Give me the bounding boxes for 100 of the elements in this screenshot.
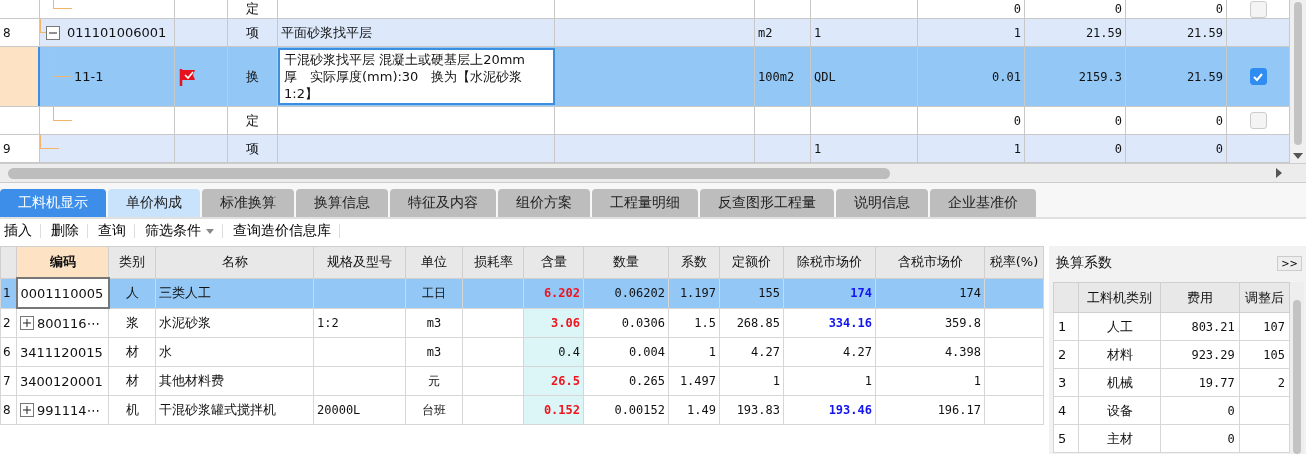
row-header[interactable]: 9 — [0, 135, 40, 162]
unit-cell: m3 — [405, 337, 463, 367]
column-header[interactable]: 税率(%) — [984, 246, 1044, 278]
category-cell: 主材 — [1078, 424, 1161, 453]
price-cell: 4.27 — [783, 337, 876, 367]
checkbox[interactable] — [1249, 112, 1267, 129]
item-code: 11-1 — [74, 69, 104, 84]
column-header[interactable]: 类别 — [108, 246, 156, 278]
price-cell: 196.17 — [875, 395, 985, 425]
tab[interactable]: 说明信息 — [836, 189, 928, 217]
column-header[interactable]: 名称 — [155, 246, 314, 278]
category-cell: 材料 — [1078, 340, 1161, 369]
column-header[interactable]: 含量 — [523, 246, 584, 278]
column-header[interactable]: 单位 — [405, 246, 463, 278]
collapse-toggle[interactable] — [46, 25, 60, 40]
quantity-cell: 0.01 — [992, 69, 1021, 84]
content-cell: 26.5 — [523, 366, 584, 396]
tab[interactable]: 特征及内容 — [390, 189, 496, 217]
column-header[interactable]: 工料机类别 — [1078, 282, 1161, 313]
toolbar-button[interactable]: 删除 — [49, 222, 87, 240]
row-header[interactable]: 8 — [0, 19, 40, 46]
tab[interactable]: 企业基准价 — [930, 189, 1036, 217]
tab[interactable]: 工程量明细 — [592, 189, 698, 217]
tree-connector — [53, 107, 72, 121]
tree-connector — [40, 135, 59, 149]
row-number: 6 — [0, 337, 17, 367]
item-type: 定 — [246, 111, 259, 130]
toolbar-button[interactable]: 筛选条件 — [143, 222, 222, 240]
item-type: 定 — [246, 0, 259, 18]
price-cell: 21.59 — [1186, 69, 1223, 84]
quantity-cell: 0.265 — [583, 366, 669, 396]
unit-cell: 工日 — [405, 278, 463, 308]
tab[interactable]: 反查图形工程量 — [700, 189, 834, 217]
column-header[interactable]: 除税市场价 — [783, 246, 876, 278]
quantity-cell: 0.00152 — [583, 395, 669, 425]
price-cell: 0 — [1215, 113, 1223, 128]
cost-cell: 19.77 — [1160, 368, 1240, 397]
column-header[interactable]: 损耗率 — [462, 246, 524, 278]
item-name: 平面砂浆找平层 — [281, 23, 372, 42]
unit-cell: 台班 — [405, 395, 463, 425]
quantity-cell: 1 — [1013, 25, 1021, 40]
column-header[interactable]: 数量 — [583, 246, 669, 278]
unit-cell: m2 — [758, 25, 773, 40]
caret-icon — [206, 228, 214, 234]
category-cell: 人工 — [1078, 312, 1161, 341]
spec-cell: 20000L — [317, 403, 361, 417]
price-cell: 2159.3 — [1078, 69, 1122, 84]
column-header[interactable]: 定额价 — [719, 246, 784, 278]
row-number: 5 — [1053, 424, 1079, 453]
price-cell: 155 — [719, 278, 784, 308]
toolbar-button[interactable]: 查询 — [96, 222, 134, 240]
vertical-scrollbar[interactable] — [1290, 282, 1304, 454]
cost-cell: 0 — [1160, 396, 1240, 425]
item-type: 换 — [246, 67, 259, 86]
toolbar-button[interactable]: 插入 — [2, 222, 40, 240]
row-header[interactable] — [0, 47, 40, 106]
tab[interactable]: 单价构成 — [108, 189, 200, 217]
category-cell: 机械 — [1078, 368, 1161, 397]
column-header[interactable]: 含税市场价 — [875, 246, 985, 278]
quantity-cell: 0.0306 — [583, 308, 669, 338]
item-type: 项 — [246, 23, 259, 42]
toolbar-button[interactable]: 查询造价信息库 — [231, 222, 339, 240]
column-header[interactable]: 编码 — [16, 246, 109, 278]
content-cell: 0.4 — [523, 337, 584, 367]
column-header[interactable]: 费用 — [1160, 282, 1240, 313]
price-cell: 0 — [1114, 113, 1122, 128]
price-cell: 21.59 — [1085, 25, 1122, 40]
horizontal-scrollbar[interactable] — [0, 164, 1306, 183]
tab[interactable]: 标准换算 — [202, 189, 294, 217]
price-cell: 21.59 — [1186, 25, 1223, 40]
code-cell: 991114⋯ — [16, 395, 109, 425]
checkbox[interactable] — [1249, 68, 1267, 85]
item-type: 项 — [246, 139, 259, 158]
column-header[interactable]: 调整后 — [1239, 282, 1290, 313]
factor-cell: 1 — [668, 337, 720, 367]
row-number: 2 — [0, 308, 17, 338]
factor-cell: 1.497 — [668, 366, 720, 396]
row-number: 7 — [0, 366, 17, 396]
price-cell: 193.46 — [783, 395, 876, 425]
row-number: 8 — [0, 395, 17, 425]
tree-connector — [53, 0, 72, 9]
tree-connector — [53, 47, 72, 77]
vertical-scrollbar[interactable] — [1290, 0, 1306, 163]
tab[interactable]: 换算信息 — [296, 189, 388, 217]
name-cell: 水泥砂浆 — [155, 308, 314, 338]
column-header[interactable]: 规格及型号 — [313, 246, 406, 278]
code-cell: 0001110005 — [16, 278, 109, 308]
code-cell: 800116⋯ — [16, 308, 109, 338]
name-cell: 三类人工 — [155, 278, 314, 308]
expand-toggle[interactable] — [20, 316, 34, 330]
price-cell: 0 — [1215, 141, 1223, 156]
tab[interactable]: 组价方案 — [498, 189, 590, 217]
unit-cell: 元 — [405, 366, 463, 396]
category-cell: 设备 — [1078, 396, 1161, 425]
expand-toggle[interactable] — [20, 403, 34, 417]
checkbox[interactable] — [1249, 0, 1267, 18]
row-number: 1 — [1053, 312, 1079, 341]
price-cell: 193.83 — [719, 395, 784, 425]
column-header[interactable]: 系数 — [668, 246, 720, 278]
collapse-button[interactable]: >> — [1277, 255, 1302, 271]
